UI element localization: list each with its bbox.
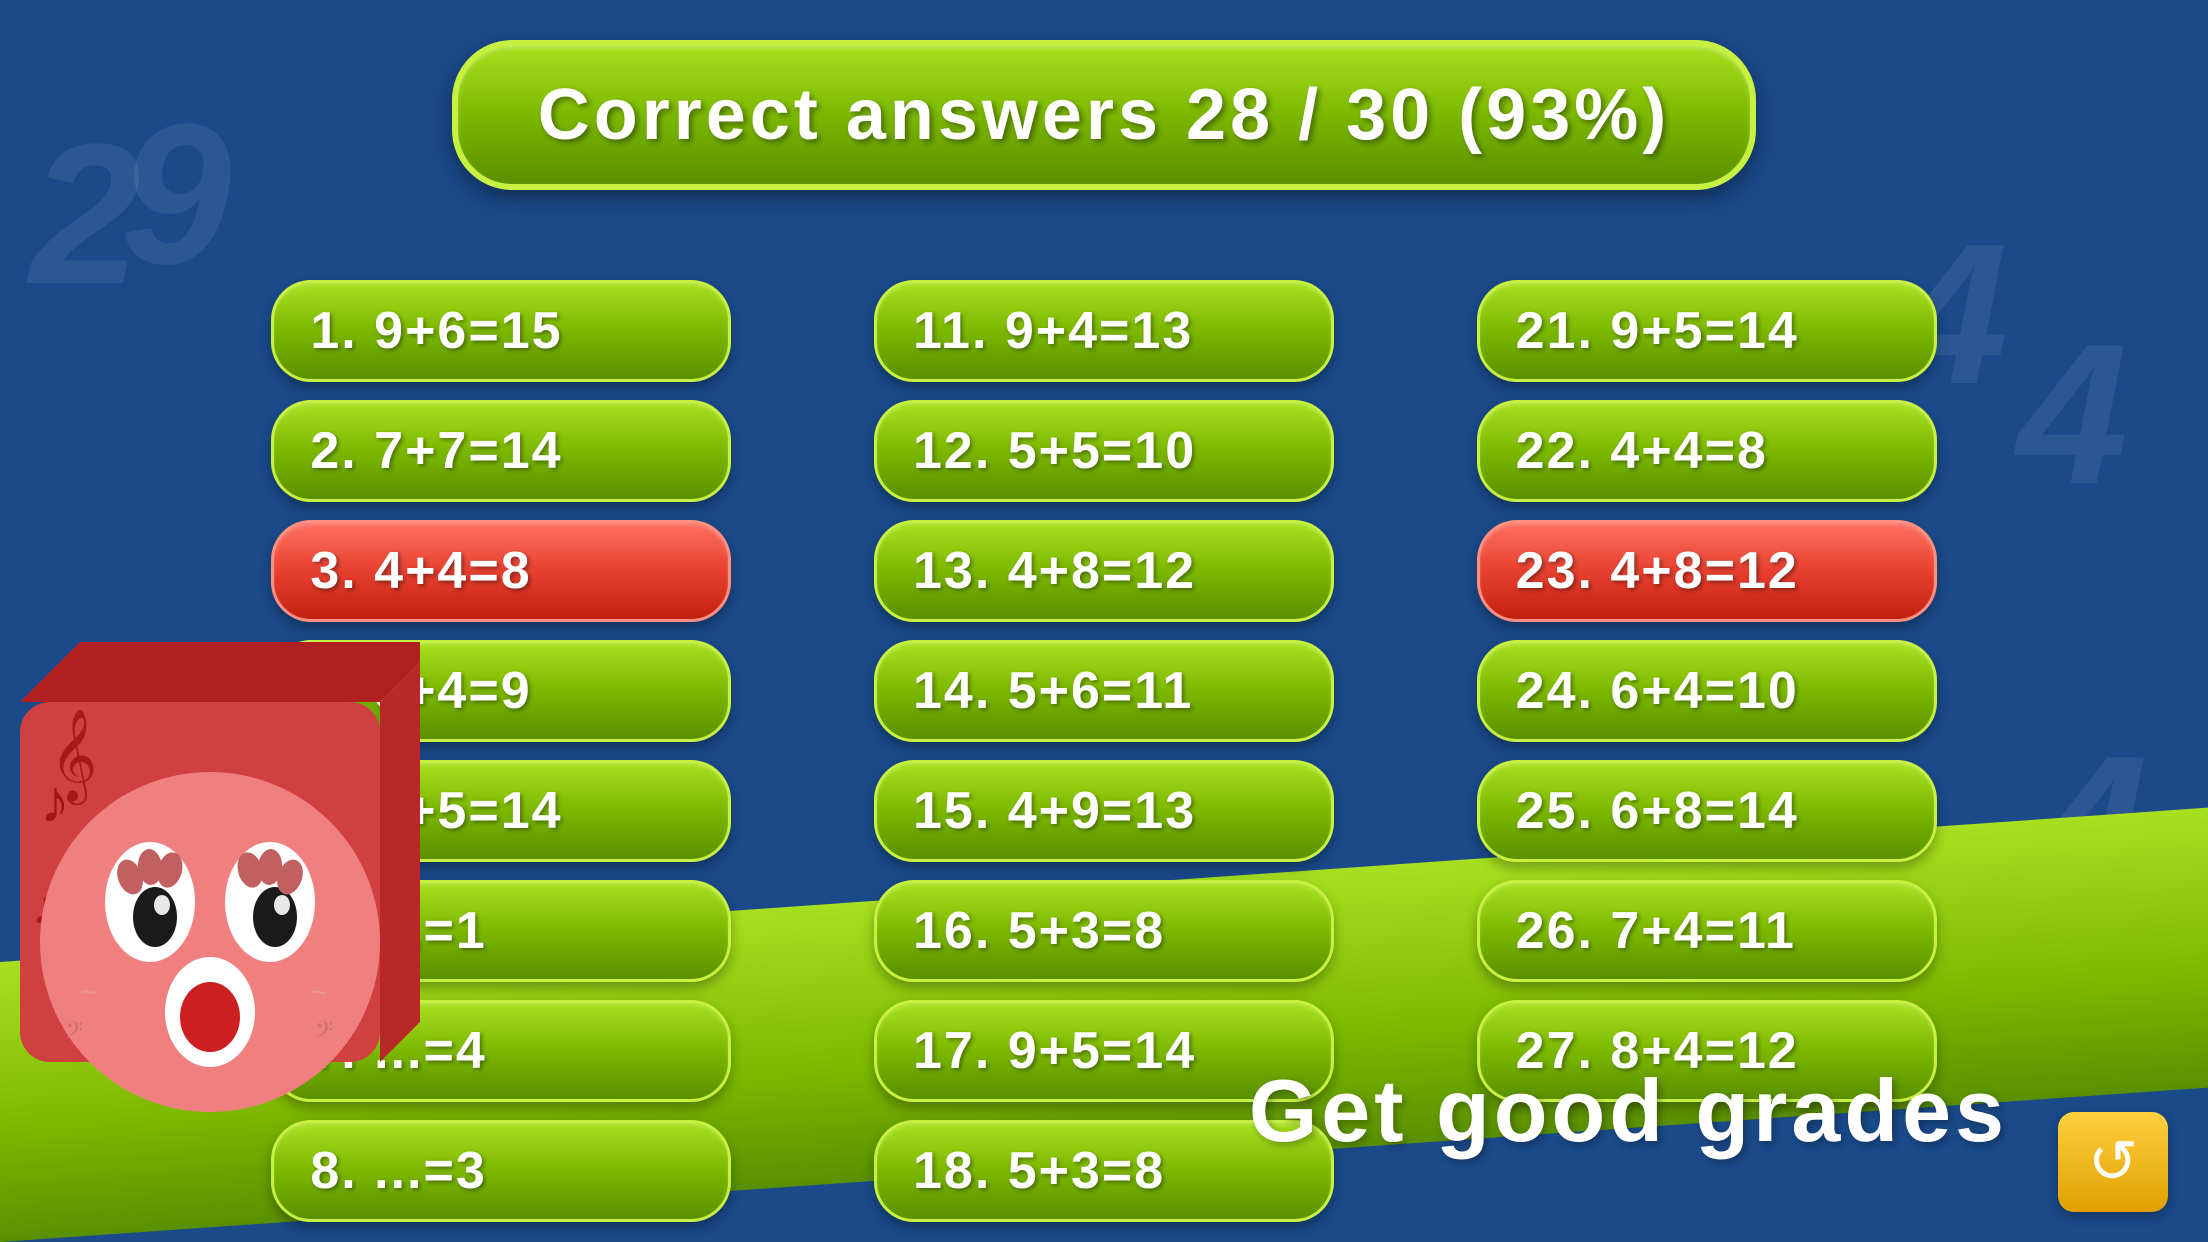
svg-text:𝄢: 𝄢 <box>315 1017 333 1048</box>
refresh-icon: ↺ <box>2088 1127 2138 1197</box>
answer-equation: 24. 6+4=10 <box>1516 661 1799 721</box>
svg-text:𝄞: 𝄞 <box>50 710 97 805</box>
answer-equation: 11. 9+4=13 <box>913 301 1193 361</box>
answer-item: 15. 4+9=13 <box>874 760 1334 862</box>
answer-equation: 14. 5+6=11 <box>913 661 1193 721</box>
answer-equation: 16. 5+3=8 <box>913 901 1165 961</box>
score-text: Correct answers 28 / 30 (93%) <box>538 75 1671 155</box>
header: Correct answers 28 / 30 (93%) <box>0 0 2208 190</box>
answer-item: 22. 4+4=8 <box>1477 400 1937 502</box>
bottom-text: Get good grades <box>1249 1060 2008 1162</box>
answer-equation: 23. 4+8=12 <box>1516 541 1799 601</box>
answer-item: 14. 5+6=11 <box>874 640 1334 742</box>
refresh-button[interactable]: ↺ <box>2058 1112 2168 1212</box>
answer-equation: 17. 9+5=14 <box>913 1021 1196 1081</box>
answer-item: 11. 9+4=13 <box>874 280 1334 382</box>
answer-equation: 22. 4+4=8 <box>1516 421 1768 481</box>
answer-equation: 3. 4+4=8 <box>310 541 531 601</box>
mascot: ♪ ♫ ♩ 𝄞 ~ ~ 𝄢 𝄢 <box>0 622 460 1242</box>
answer-item: 2. 7+7=14 <box>271 400 731 502</box>
answer-item: 3. 4+4=8 <box>271 520 731 622</box>
answer-item: 24. 6+4=10 <box>1477 640 1937 742</box>
answer-item: 13. 4+8=12 <box>874 520 1334 622</box>
answer-item: 12. 5+5=10 <box>874 400 1334 502</box>
answer-item: 16. 5+3=8 <box>874 880 1334 982</box>
answer-equation: 12. 5+5=10 <box>913 421 1196 481</box>
svg-text:𝄢: 𝄢 <box>65 1017 83 1048</box>
answer-equation: 25. 6+8=14 <box>1516 781 1799 841</box>
answer-equation: 13. 4+8=12 <box>913 541 1196 601</box>
answer-item: 21. 9+5=14 <box>1477 280 1937 382</box>
answer-item: 1. 9+6=15 <box>271 280 731 382</box>
score-badge: Correct answers 28 / 30 (93%) <box>452 40 1757 190</box>
answer-item: 26. 7+4=11 <box>1477 880 1937 982</box>
answer-equation: 18. 5+3=8 <box>913 1141 1165 1201</box>
answer-item: 25. 6+8=14 <box>1477 760 1937 862</box>
answer-equation: 15. 4+9=13 <box>913 781 1196 841</box>
answer-equation: 1. 9+6=15 <box>310 301 562 361</box>
answer-equation: 26. 7+4=11 <box>1516 901 1796 961</box>
svg-text:~: ~ <box>310 976 328 1009</box>
answer-item: 23. 4+8=12 <box>1477 520 1937 622</box>
answer-equation: 21. 9+5=14 <box>1516 301 1799 361</box>
svg-text:~: ~ <box>80 976 98 1009</box>
answer-equation: 2. 7+7=14 <box>310 421 562 481</box>
